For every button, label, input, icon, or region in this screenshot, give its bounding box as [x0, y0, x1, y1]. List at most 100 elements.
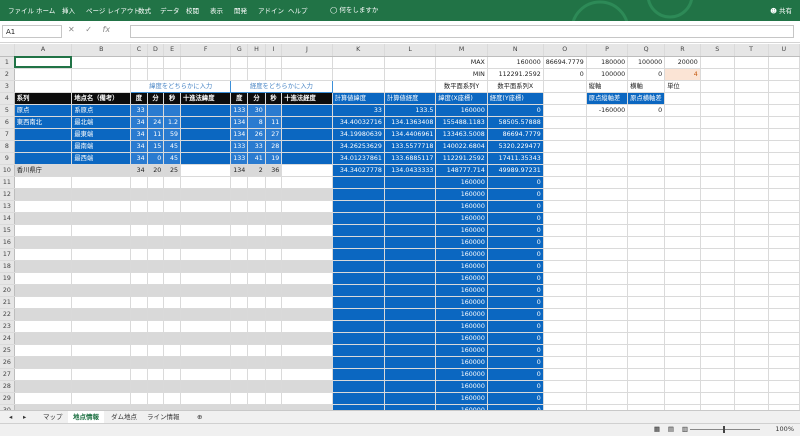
tab-scroll-right-icon[interactable]: ▸ [18, 411, 31, 423]
cell[interactable] [71, 212, 132, 225]
page-break-view-icon[interactable]: ▥ [682, 425, 688, 433]
cell[interactable] [768, 116, 800, 129]
cell[interactable]: 8 [247, 116, 266, 129]
cell[interactable] [543, 308, 587, 321]
cell[interactable] [664, 152, 701, 165]
cell[interactable] [180, 212, 232, 225]
cell[interactable] [265, 200, 283, 213]
cell[interactable] [627, 260, 666, 273]
cell[interactable] [130, 68, 148, 81]
header-cell[interactable]: 原点縦軸差 [586, 92, 629, 105]
cell[interactable]: 最北端 [71, 116, 132, 129]
cell[interactable]: 133 [230, 140, 249, 153]
cell[interactable]: 0 [627, 68, 666, 81]
cell[interactable] [147, 380, 165, 393]
cell[interactable] [586, 236, 629, 249]
column-header[interactable]: T [734, 44, 769, 57]
header-cell[interactable]: 系列 [14, 92, 73, 105]
cell[interactable] [734, 368, 769, 381]
cell[interactable] [768, 80, 800, 93]
cell[interactable] [700, 380, 735, 393]
cell[interactable] [700, 344, 735, 357]
cell[interactable]: 160000 [435, 188, 488, 201]
cell[interactable]: 0 [487, 356, 544, 369]
zoom-slider[interactable] [690, 429, 760, 430]
menu-file[interactable]: ファイル [8, 5, 34, 15]
cell[interactable] [71, 296, 132, 309]
cell[interactable] [163, 284, 181, 297]
cell[interactable] [265, 212, 283, 225]
column-header[interactable]: N [487, 44, 544, 57]
cell[interactable] [700, 224, 735, 237]
cell[interactable] [586, 152, 629, 165]
cell[interactable] [543, 284, 587, 297]
cell[interactable] [768, 368, 800, 381]
cell[interactable] [768, 260, 800, 273]
row-header[interactable]: 24 [0, 332, 15, 345]
cell[interactable]: 160000 [435, 260, 488, 273]
cell[interactable]: 160000 [435, 200, 488, 213]
cell[interactable] [384, 236, 437, 249]
cell[interactable] [247, 248, 266, 261]
cell[interactable]: 15 [147, 140, 165, 153]
cell[interactable] [281, 248, 333, 261]
cell[interactable] [147, 188, 165, 201]
cell[interactable] [180, 236, 232, 249]
cell[interactable] [180, 344, 232, 357]
cell[interactable]: 数平面系列Y [435, 80, 488, 93]
cell[interactable]: 134.1363408 [384, 116, 437, 129]
cell[interactable] [163, 212, 181, 225]
cell[interactable] [734, 188, 769, 201]
cell[interactable]: 160000 [435, 236, 488, 249]
cell[interactable]: 1.2 [163, 116, 181, 129]
row-header[interactable]: 29 [0, 392, 15, 405]
cell[interactable] [230, 236, 249, 249]
cell[interactable] [230, 212, 249, 225]
cell[interactable]: 東西南北 [14, 116, 73, 129]
cell[interactable] [627, 356, 666, 369]
cell[interactable] [586, 368, 629, 381]
column-header[interactable]: M [435, 44, 488, 57]
cell[interactable] [768, 224, 800, 237]
cell[interactable] [700, 92, 735, 105]
cell[interactable] [586, 140, 629, 153]
cell[interactable] [627, 380, 666, 393]
cell[interactable] [332, 392, 385, 405]
cell[interactable]: 45 [163, 152, 181, 165]
header-cell[interactable]: 度 [230, 92, 249, 105]
cell[interactable] [130, 368, 148, 381]
cell[interactable] [71, 332, 132, 345]
cell[interactable] [14, 248, 73, 261]
cell[interactable]: 133.6885117 [384, 152, 437, 165]
cell[interactable] [664, 128, 701, 141]
cell[interactable] [332, 356, 385, 369]
cell[interactable]: 単位 [664, 80, 701, 93]
row-header[interactable]: 1 [0, 56, 15, 69]
cell[interactable] [768, 344, 800, 357]
cell[interactable]: 11 [147, 128, 165, 141]
cell[interactable] [627, 188, 666, 201]
cell[interactable]: 160000 [435, 224, 488, 237]
cell[interactable] [180, 248, 232, 261]
cell[interactable] [281, 140, 333, 153]
cell[interactable] [384, 248, 437, 261]
cell[interactable] [543, 188, 587, 201]
column-header[interactable]: Q [627, 44, 666, 57]
cell[interactable] [700, 68, 735, 81]
cell[interactable] [734, 164, 769, 177]
cell[interactable] [147, 212, 165, 225]
cell[interactable] [130, 188, 148, 201]
cell[interactable] [147, 284, 165, 297]
cell[interactable] [700, 116, 735, 129]
cell[interactable] [230, 272, 249, 285]
column-header[interactable]: E [163, 44, 181, 57]
normal-view-icon[interactable]: ▦ [654, 425, 660, 433]
cell[interactable]: -160000 [586, 104, 629, 117]
cell[interactable] [71, 56, 132, 69]
cell[interactable] [281, 392, 333, 405]
cell[interactable] [71, 260, 132, 273]
cell[interactable] [180, 392, 232, 405]
row-header[interactable]: 23 [0, 320, 15, 333]
cell[interactable] [664, 368, 701, 381]
cell[interactable] [230, 68, 249, 81]
